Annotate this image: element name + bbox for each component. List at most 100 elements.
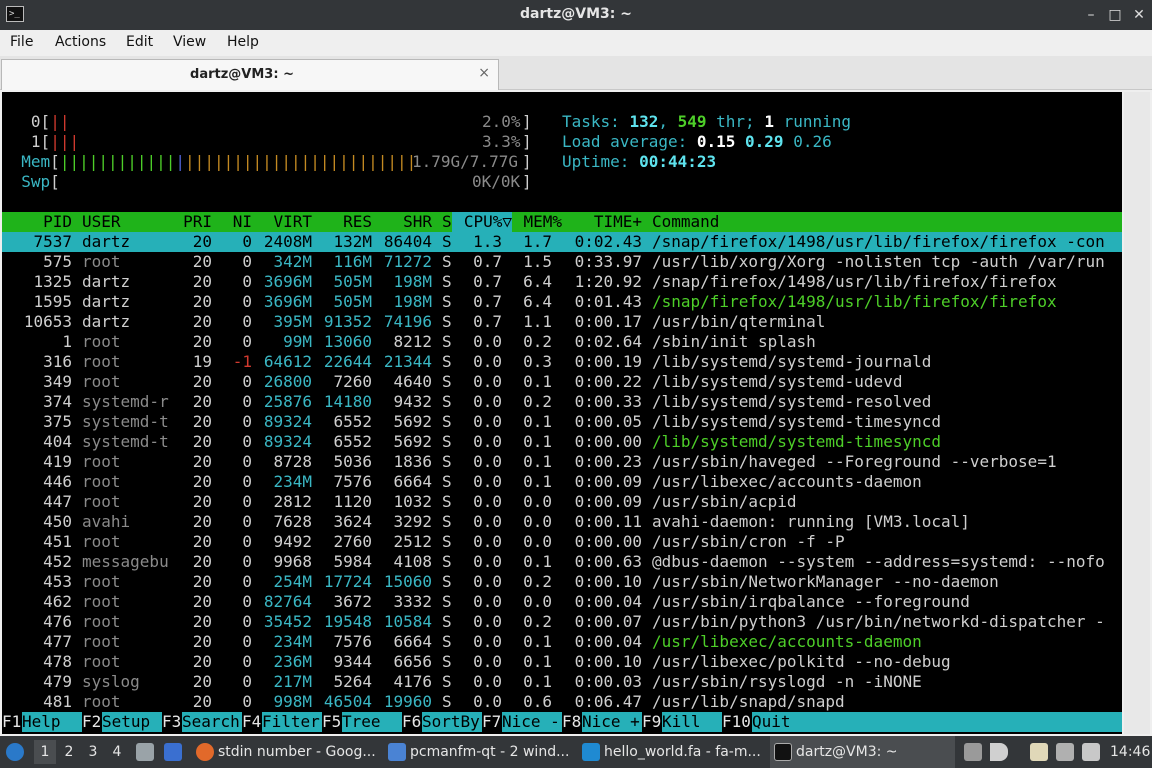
- process-row[interactable]: 419 root 20 0 8728 5036 1836 S 0.0 0.1 0:00.23/usr…: [2, 452, 1122, 472]
- process-row[interactable]: 450 avahi 20 0 7628 3624 3292 S 0.0 0.0 0:00.11 ava…: [2, 512, 1122, 532]
- process-row[interactable]: 316 root 19 -1 64612 22644 21344 S 0.0 0.3 0:00.19…: [2, 352, 1122, 372]
- process-row[interactable]: 451 root 20 0 9492 2760 2512 S 0.0 0.0 0:00.00/usr…: [2, 532, 1122, 552]
- column-header-s[interactable]: S: [442, 212, 452, 232]
- process-row[interactable]: 447 root 20 0 2812 1120 1032 S 0.0 0.0 0:00.09/usr…: [2, 492, 1122, 512]
- maximize-button[interactable]: □: [1104, 4, 1126, 26]
- fkey-f10[interactable]: F10: [722, 712, 751, 732]
- process-row[interactable]: 476 root 20 0 35452 19548 10584 S 0.0 0.2 0:00.07 /…: [2, 612, 1122, 632]
- cell-cmd: /usr/libexec/accounts-daemon: [652, 632, 922, 651]
- column-header-user[interactable]: USER: [82, 212, 121, 232]
- tab-close-icon[interactable]: ×: [478, 65, 490, 81]
- column-header-ni[interactable]: NI: [222, 212, 252, 232]
- column-header-mem[interactable]: MEM%: [512, 212, 562, 232]
- process-row[interactable]: 349 root 20 0 26800 7260 4640 S 0.0 0.1 0:00.22/li…: [2, 372, 1122, 392]
- cell-pri: 19: [192, 352, 212, 371]
- fkey-f1[interactable]: F1: [2, 712, 21, 732]
- process-row[interactable]: 1 root 20 0 99M 13060 8212 S 0.0 0.2 0:02.64/sbin/…: [2, 332, 1122, 352]
- menu-help[interactable]: Help: [227, 34, 259, 50]
- fkey-label-f2[interactable]: Setup: [102, 712, 162, 732]
- fkey-label-f10[interactable]: Quit: [752, 712, 1122, 732]
- cell-user: root: [82, 532, 121, 551]
- fkey-label-f9[interactable]: Kill: [662, 712, 722, 732]
- fkey-label-f4[interactable]: Filter: [262, 712, 322, 732]
- fkey-f9[interactable]: F9: [642, 712, 661, 732]
- process-row[interactable]: 446 root 20 0 234M 7576 6664 S 0.0 0.1 0:00.09/usr…: [2, 472, 1122, 492]
- task-firefox[interactable]: stdin number - Goog...: [192, 736, 377, 768]
- fkey-f5[interactable]: F5: [322, 712, 341, 732]
- column-header-res[interactable]: RES: [322, 212, 372, 232]
- task-pcmanfm[interactable]: pcmanfm-qt - 2 wind...: [384, 736, 569, 768]
- network-icon[interactable]: [1056, 743, 1074, 761]
- column-header-time[interactable]: TIME+: [582, 212, 642, 232]
- mem-bar-buffers: |: [175, 152, 186, 171]
- cell-time: 0:00.63: [574, 552, 642, 571]
- terminal-tab[interactable]: dartz@VM3: ~ ×: [1, 59, 499, 90]
- process-row[interactable]: 462 root 20 0 82764 3672 3332 S 0.0 0.0 0:00.04/us…: [2, 592, 1122, 612]
- process-row[interactable]: 479 syslog 20 0 217M 5264 4176 S 0.0 0.1 0:00.03/u…: [2, 672, 1122, 692]
- htop-terminal[interactable]: 0[|| 2.0% ] 1[||| 3.3% ] Mem[|||||||||||…: [2, 92, 1122, 734]
- file-manager-launcher-icon[interactable]: [136, 743, 154, 761]
- fkey-f7[interactable]: F7: [482, 712, 501, 732]
- task-terminal[interactable]: dartz@VM3: ~: [770, 736, 955, 768]
- fkey-f3[interactable]: F3: [162, 712, 181, 732]
- cell-cpu: 0.0: [473, 452, 502, 471]
- show-desktop-icon[interactable]: [164, 743, 182, 761]
- terminal-scrollbar[interactable]: [1124, 92, 1150, 734]
- column-header-cmd[interactable]: Command: [652, 212, 719, 232]
- fkey-label-f7[interactable]: Nice -: [502, 712, 562, 732]
- column-header-pid[interactable]: PID: [22, 212, 72, 232]
- cell-time: 0:06.47: [574, 692, 642, 711]
- process-row[interactable]: 374 systemd-r 20 0 25876 14180 9432 S 0.0 0.2 0:00…: [2, 392, 1122, 412]
- process-row[interactable]: 453 root 20 0 254M 17724 15060 S 0.0 0.2 0:00.10/u…: [2, 572, 1122, 592]
- column-header-cpu[interactable]: CPU%▽: [452, 212, 512, 232]
- minimize-button[interactable]: –: [1080, 4, 1102, 26]
- fkey-label-f5[interactable]: Tree: [342, 712, 402, 732]
- process-row[interactable]: 404 systemd-t 20 0 89324 6552 5692 S 0.0 0.1 0:00.…: [2, 432, 1122, 452]
- cell-pid: 575: [43, 252, 72, 271]
- workspace-1[interactable]: 1: [34, 740, 56, 764]
- process-row[interactable]: 575 root 20 0 342M 116M 71272 S 0.7 1.5 0:33.97/us…: [2, 252, 1122, 272]
- workspace-4[interactable]: 4: [106, 740, 128, 764]
- fkey-f6[interactable]: F6: [402, 712, 421, 732]
- menu-file[interactable]: File: [10, 34, 33, 50]
- menu-actions[interactable]: Actions: [55, 34, 106, 50]
- menu-edit[interactable]: Edit: [126, 34, 153, 50]
- fkey-label-f8[interactable]: Nice +: [582, 712, 642, 732]
- task-vscode[interactable]: hello_world.fa - fa-m...: [578, 736, 763, 768]
- workspace-2[interactable]: 2: [58, 740, 80, 764]
- eject-icon[interactable]: [964, 743, 982, 761]
- cell-s: S: [442, 692, 452, 711]
- process-row[interactable]: 452 messagebu 20 0 9968 5984 4108 S 0.0 0.1 0:00.6…: [2, 552, 1122, 572]
- column-header-pri[interactable]: PRI: [182, 212, 212, 232]
- menu-view[interactable]: View: [173, 34, 206, 50]
- cell-pid: 404: [43, 432, 72, 451]
- process-row[interactable]: 7537 dartz 20 0 2408M 132M 86404 S 1.3 1.7 0:02.43…: [2, 232, 1122, 252]
- process-row[interactable]: 10653 dartz 20 0 395M 91352 74196 S 0.7 1.1 0:00.1…: [2, 312, 1122, 332]
- cell-pri: 20: [192, 232, 212, 251]
- process-row[interactable]: 478 root 20 0 236M 9344 6656 S 0.0 0.1 0:00.10/usr…: [2, 652, 1122, 672]
- fkey-label-f6[interactable]: SortBy: [422, 712, 482, 732]
- cell-res: 22644: [323, 352, 372, 371]
- fkey-f4[interactable]: F4: [242, 712, 261, 732]
- cell-pri: 20: [192, 552, 212, 571]
- cell-ni: 0: [242, 232, 252, 251]
- process-row[interactable]: 477 root 20 0 234M 7576 6664 S 0.0 0.1 0:00.04/usr…: [2, 632, 1122, 652]
- volume-icon[interactable]: [990, 743, 1008, 761]
- fkey-f2[interactable]: F2: [82, 712, 101, 732]
- start-menu-icon[interactable]: [6, 743, 24, 761]
- process-row[interactable]: 1325 dartz 20 0 3696M 505M 198M S 0.7 6.4 1:20.92 /…: [2, 272, 1122, 292]
- column-header-shr[interactable]: SHR: [382, 212, 432, 232]
- process-row[interactable]: 375 systemd-t 20 0 89324 6552 5692 S 0.0 0.1 0:00.…: [2, 412, 1122, 432]
- fkey-label-f3[interactable]: Search: [182, 712, 242, 732]
- fkey-label-f1[interactable]: Help: [22, 712, 82, 732]
- process-row[interactable]: 481 root 20 0 998M 46504 19960 S 0.0 0.6 0:06.47/u…: [2, 692, 1122, 712]
- close-button[interactable]: ✕: [1128, 4, 1150, 26]
- update-notifier-icon[interactable]: [1082, 743, 1100, 761]
- fkey-f8[interactable]: F8: [562, 712, 581, 732]
- column-header-virt[interactable]: VIRT: [262, 212, 312, 232]
- process-row[interactable]: 1595 dartz 20 0 3696M 505M 198M S 0.7 6.4 0:01.43 /…: [2, 292, 1122, 312]
- process-table-header: [2, 212, 1122, 232]
- mem-bar-used: ||||||||||||: [59, 152, 176, 171]
- workspace-3[interactable]: 3: [82, 740, 104, 764]
- clipboard-icon[interactable]: [1030, 743, 1048, 761]
